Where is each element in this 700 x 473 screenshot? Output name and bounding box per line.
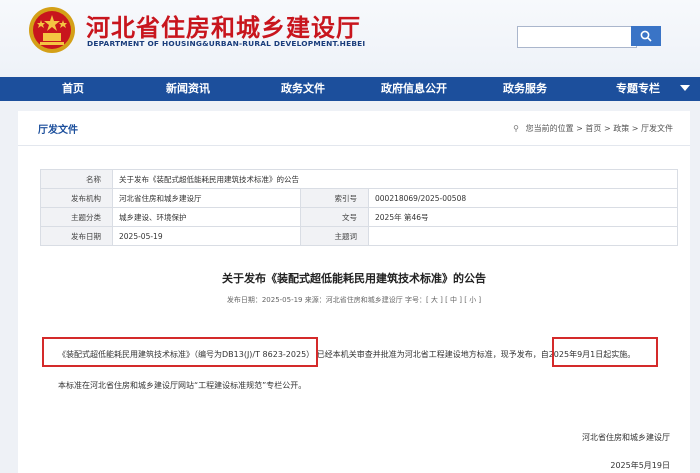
document-info: 发布日期：2025-05-19 来源：河北省住房和城乡建设厅 字号：[ 大 ] … — [226, 296, 482, 304]
meta-name-value: 关于发布《装配式超低能耗民用建筑技术标准》的公告 — [112, 169, 678, 189]
meta-index-value: 000218069/2025-00508 — [368, 188, 678, 208]
national-emblem-icon — [29, 7, 75, 53]
meta-category-value: 城乡建设、环境保护 — [112, 207, 301, 227]
nav-gov-services[interactable]: 政务服务 — [477, 77, 573, 101]
breadcrumb-policy[interactable]: 政策 — [613, 124, 629, 133]
meta-category-label: 主题分类 — [40, 207, 113, 227]
nav-special-topics[interactable]: 专题专栏 — [590, 77, 686, 101]
meta-name-label: 名称 — [40, 169, 113, 189]
breadcrumb-home[interactable]: 首页 — [585, 124, 601, 133]
nav-home[interactable]: 首页 — [28, 77, 118, 101]
meta-issuer-label: 发布机构 — [40, 188, 113, 208]
content-panel: 厅发文件 ⚲ 您当前的位置 > 首页 > 政策 > 厅发文件 名称 关于发布《装… — [18, 111, 690, 473]
chevron-down-icon[interactable] — [680, 85, 690, 91]
search-input[interactable] — [517, 26, 637, 48]
breadcrumb-current[interactable]: 厅发文件 — [641, 124, 673, 133]
meta-docno-value: 2025年 第46号 — [368, 207, 678, 227]
nav-news[interactable]: 新闻资讯 — [140, 77, 236, 101]
approval-text: 已经本机关审查并批准为河北省工程建设地方标准，现予发布， — [314, 350, 541, 359]
site-title: 河北省住房和城乡建设厅 — [86, 14, 361, 42]
document-title: 关于发布《装配式超低能耗民用建筑技术标准》的公告 — [222, 272, 486, 285]
site-header: 河北省住房和城乡建设厅 DEPARTMENT OF HOUSING&URBAN-… — [0, 0, 700, 75]
search-icon — [640, 30, 652, 42]
location-pin-icon: ⚲ — [513, 124, 519, 133]
meta-index-label: 索引号 — [300, 188, 369, 208]
highlight-box-standard — [42, 337, 318, 367]
document-meta-table: 名称 关于发布《装配式超低能耗民用建筑技术标准》的公告 发布机构 河北省住房和城… — [40, 169, 678, 246]
main-nav: 首页 新闻资讯 政务文件 政府信息公开 政务服务 专题专栏 — [0, 77, 700, 101]
breadcrumb-prefix: 您当前的位置 — [525, 124, 574, 133]
document-paragraph-2: 本标准在河北省住房和城乡建设厅网站“工程建设标准规范”专栏公开。 — [58, 381, 307, 390]
nav-info-disclosure[interactable]: 政府信息公开 — [366, 77, 462, 101]
document-signature: 河北省住房和城乡建设厅 — [582, 433, 670, 442]
meta-subject-label: 主题词 — [300, 226, 369, 246]
search-button[interactable] — [631, 26, 661, 46]
meta-date-value: 2025-05-19 — [112, 226, 301, 246]
meta-subject-value — [368, 226, 678, 246]
panel-header: 厅发文件 ⚲ 您当前的位置 > 首页 > 政策 > 厅发文件 — [18, 111, 690, 146]
panel-title: 厅发文件 — [38, 125, 78, 136]
meta-issuer-value: 河北省住房和城乡建设厅 — [112, 188, 301, 208]
document-date: 2025年5月19日 — [610, 461, 670, 470]
meta-docno-label: 文号 — [300, 207, 369, 227]
site-subtitle: DEPARTMENT OF HOUSING&URBAN-RURAL DEVELO… — [87, 39, 366, 48]
highlight-box-effective-date — [552, 337, 658, 367]
nav-gov-files[interactable]: 政务文件 — [255, 77, 351, 101]
meta-date-label: 发布日期 — [40, 226, 113, 246]
breadcrumb: ⚲ 您当前的位置 > 首页 > 政策 > 厅发文件 — [513, 124, 673, 133]
